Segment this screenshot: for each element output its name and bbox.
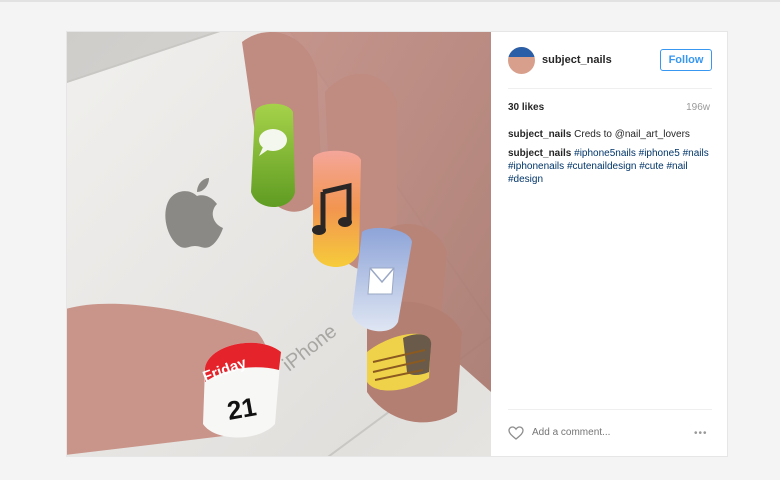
post-card: iPhone Friday 21 subject_nails Follow 30… xyxy=(66,31,728,457)
likes-count[interactable]: 30 likes xyxy=(508,102,544,113)
follow-button[interactable]: Follow xyxy=(660,49,712,71)
calendar-icon: Friday 21 xyxy=(201,342,281,438)
post-age[interactable]: 196w xyxy=(686,102,710,113)
comment-username[interactable]: subject_nails xyxy=(508,148,571,159)
hashtag-link[interactable]: #nails xyxy=(683,148,709,159)
hashtag-link[interactable]: #iphone5nails xyxy=(574,148,636,159)
add-comment-input[interactable] xyxy=(532,427,672,438)
hashtag-link[interactable]: #nail xyxy=(666,161,687,172)
post-username[interactable]: subject_nails xyxy=(542,54,612,66)
hashtag-link[interactable]: #iphonenails xyxy=(508,161,564,172)
comments-list: subject_nails Creds to @nail_art_lovers … xyxy=(508,128,714,192)
heart-icon[interactable] xyxy=(508,426,524,440)
hashtags-comment: subject_nails #iphone5nails #iphone5 #na… xyxy=(508,147,714,186)
avatar-cap xyxy=(508,47,535,57)
post-header: subject_nails Follow xyxy=(491,32,727,90)
messages-icon xyxy=(251,103,295,207)
svg-text:21: 21 xyxy=(225,391,259,426)
music-icon xyxy=(312,150,361,267)
hashtag-link[interactable]: #design xyxy=(508,174,543,185)
hashtag-link[interactable]: #cutenaildesign xyxy=(567,161,637,172)
avatar[interactable] xyxy=(508,47,535,74)
divider xyxy=(508,409,712,410)
comment-username[interactable]: subject_nails xyxy=(508,129,571,140)
caption-comment: subject_nails Creds to @nail_art_lovers xyxy=(508,128,714,141)
divider xyxy=(508,88,712,89)
nail-art-image: iPhone Friday 21 xyxy=(67,32,491,456)
comment-text: Creds to @nail_art_lovers xyxy=(574,129,690,140)
post-sidebar: subject_nails Follow 30 likes 196w subje… xyxy=(491,32,727,456)
top-border xyxy=(0,0,780,2)
hashtag-link[interactable]: #cute xyxy=(639,161,663,172)
more-options-icon[interactable]: ••• xyxy=(694,428,708,439)
hashtag-link[interactable]: #iphone5 xyxy=(639,148,680,159)
post-photo[interactable]: iPhone Friday 21 xyxy=(67,32,491,456)
